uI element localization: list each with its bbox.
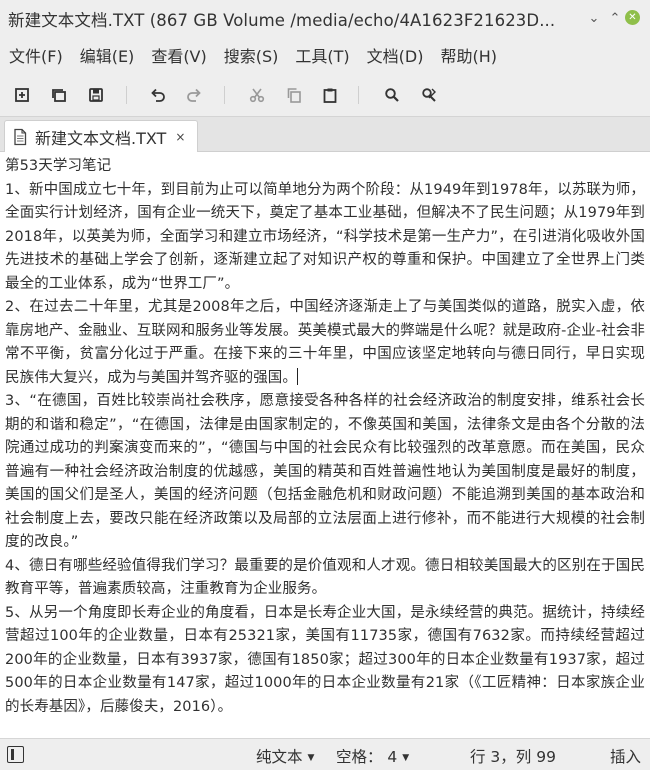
cut-icon — [249, 88, 265, 103]
caret-down-icon: ▼ — [307, 753, 315, 763]
paste-icon — [323, 88, 337, 103]
tab-bar: 新建文本文档.TXT × — [0, 116, 650, 153]
text-editor[interactable]: 第53天学习笔记 1、新中国成立七十年，到目前为止可以简单地分为两个阶段：从19… — [0, 152, 650, 738]
tab-document[interactable]: 新建文本文档.TXT × — [4, 120, 198, 153]
menu-view[interactable]: 查看(V) — [151, 43, 206, 67]
undo-button[interactable] — [147, 84, 169, 106]
insert-mode[interactable]: 插入 — [610, 745, 641, 767]
close-tab-icon[interactable]: × — [175, 130, 185, 144]
new-window-icon — [52, 89, 66, 102]
search-icon — [385, 88, 399, 102]
language-label: 纯文本 — [256, 748, 303, 766]
cut-button[interactable] — [246, 84, 268, 106]
maximize-button[interactable]: ⌃ — [607, 10, 623, 26]
menu-edit[interactable]: 编辑(E) — [80, 43, 135, 67]
status-bar: 纯文本 ▼ 空格： 4 ▼ 行 3，列 99 插入 — [0, 738, 650, 770]
tab-width-selector[interactable]: 空格： 4 ▼ — [336, 745, 409, 767]
document-line-text: 2、在过去二十年里，尤其是2008年之后，中国经济逐渐走上了与美国类似的道路，脱… — [5, 299, 645, 386]
menu-documents[interactable]: 文档(D) — [367, 43, 424, 67]
new-document-button[interactable] — [11, 84, 33, 106]
document-line: 4、德日有哪些经验值得我们学习？最重要的是价值观和人才观。德日相较美国最大的区别… — [5, 557, 645, 598]
find-replace-button[interactable] — [418, 84, 440, 106]
caret-down-icon: ▼ — [402, 753, 410, 763]
menu-search[interactable]: 搜索(S) — [224, 43, 279, 67]
side-panel-toggle-icon[interactable] — [7, 746, 24, 763]
redo-icon — [187, 88, 201, 102]
undo-icon — [151, 88, 165, 102]
toolbar-separator — [358, 86, 359, 104]
document-line: 5、从另一个角度即长寿企业的角度看，日本是长寿企业大国，是永续经营的典范。据统计… — [5, 604, 645, 715]
document-line: 第53天学习笔记 — [5, 158, 112, 174]
new-document-icon — [15, 88, 29, 102]
redo-button[interactable] — [183, 84, 205, 106]
menu-tools[interactable]: 工具(T) — [295, 43, 349, 67]
save-button[interactable] — [85, 84, 107, 106]
copy-button[interactable] — [283, 84, 305, 106]
text-cursor — [297, 367, 298, 385]
document-line: 2、在过去二十年里，尤其是2008年之后，中国经济逐渐走上了与美国类似的道路，脱… — [5, 296, 645, 390]
window-title: 新建文本文档.TXT (867 GB Volume /media/echo/4A… — [8, 11, 556, 30]
find-replace-icon — [422, 88, 436, 102]
minimize-button[interactable]: ⌄ — [586, 10, 602, 26]
document-line: 3、“在德国，百姓比较崇尚社会秩序，愿意接受各种各样的社会经济政治的制度安排，维… — [5, 393, 645, 550]
close-window-button[interactable]: ✕ — [625, 10, 640, 25]
menu-file[interactable]: 文件(F) — [9, 43, 63, 67]
document-line: 1、新中国成立七十年，到目前为止可以简单地分为两个阶段：从1949年到1978年… — [5, 181, 645, 292]
toolbar-separator — [126, 86, 127, 104]
toolbar-separator — [224, 86, 225, 104]
copy-icon — [287, 88, 301, 103]
language-selector[interactable]: 纯文本 ▼ — [256, 745, 314, 767]
tab-label: 新建文本文档.TXT — [35, 129, 167, 148]
text-file-icon — [11, 128, 29, 146]
save-icon — [89, 88, 103, 102]
toolbar — [0, 74, 650, 116]
menu-help[interactable]: 帮助(H) — [440, 43, 497, 67]
cursor-position: 行 3，列 99 — [470, 748, 556, 766]
tab-width-label: 空格： 4 — [336, 748, 398, 766]
paste-button[interactable] — [319, 84, 341, 106]
menu-bar: 文件(F) 编辑(E) 查看(V) 搜索(S) 工具(T) 文档(D) 帮助(H… — [0, 36, 650, 74]
new-window-button[interactable] — [48, 84, 70, 106]
search-button[interactable] — [381, 84, 403, 106]
title-bar: 新建文本文档.TXT (867 GB Volume /media/echo/4A… — [0, 0, 650, 36]
